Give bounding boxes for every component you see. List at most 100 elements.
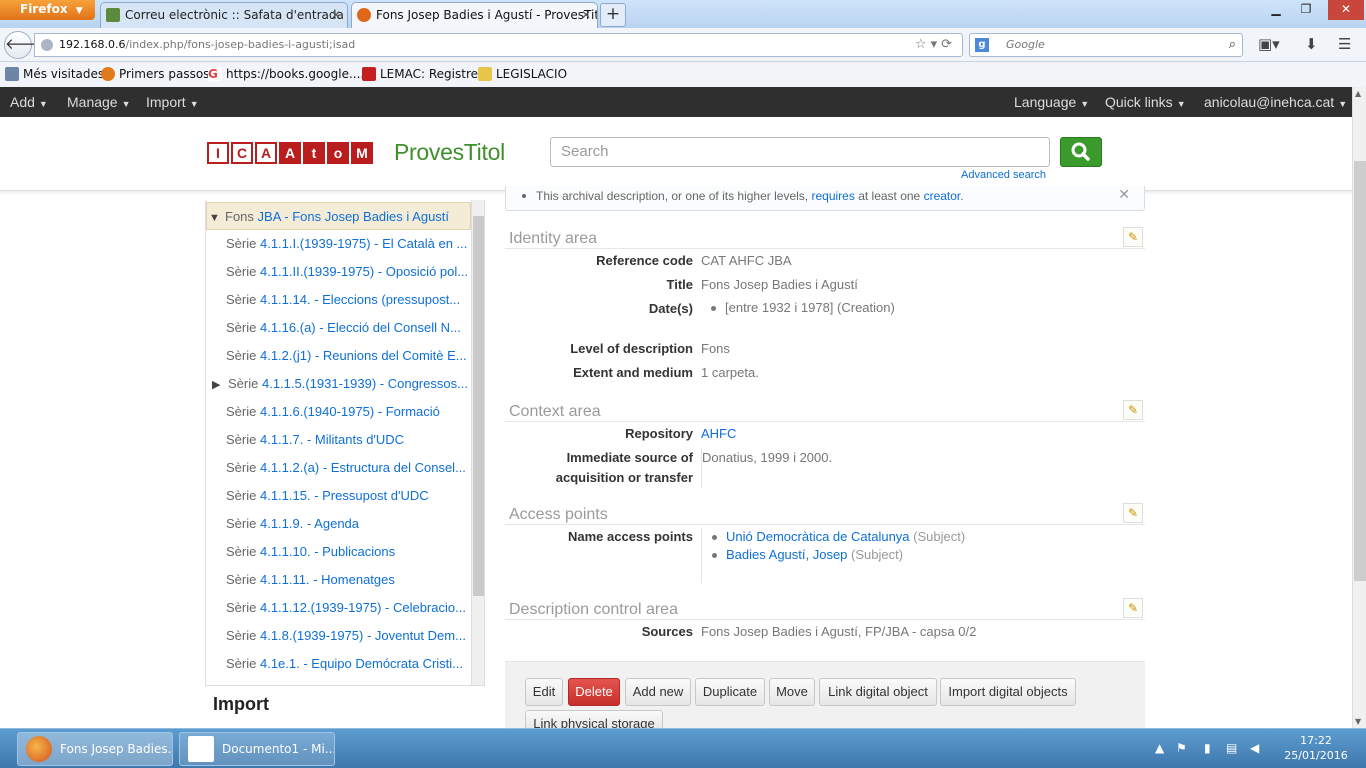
tree-item-link[interactable]: 4.1.1.2.(a) - Estructura del Consel... — [260, 460, 466, 475]
tree-item-root[interactable]: ▼ Fons JBA - Fons Josep Badies i Agustí — [206, 202, 471, 230]
page-scrollbar-thumb[interactable] — [1354, 161, 1366, 581]
edit-button[interactable]: Edit — [525, 678, 563, 706]
access-point-link[interactable]: Badies Agustí, Josep — [726, 547, 847, 562]
menu-add[interactable]: Add ▼ — [10, 94, 48, 110]
search-input[interactable]: Search — [550, 137, 1050, 167]
tab-mail[interactable]: Correu electrònic :: Safata d'entrada (.… — [100, 2, 348, 28]
network-icon[interactable]: ▤ — [1226, 741, 1237, 755]
menu-import[interactable]: Import ▼ — [146, 94, 199, 110]
tree-item-link[interactable]: JBA - Fons Josep Badies i Agustí — [258, 209, 450, 224]
tree-item[interactable]: Sèrie 4.1e.1. - Equipo Demócrata Cristi.… — [206, 650, 471, 678]
delete-button[interactable]: Delete — [568, 678, 620, 706]
menu-manage[interactable]: Manage ▼ — [67, 94, 131, 110]
tray-expand-icon[interactable]: ▲ — [1155, 741, 1164, 755]
page-scrollbar[interactable]: ▲ ▼ — [1352, 87, 1366, 728]
tree-item-link[interactable]: 4.1.1.I.(1939-1975) - El Català en ... — [260, 236, 467, 251]
site-name[interactable]: ProvesTitol — [394, 139, 505, 166]
bookmark-legislacio[interactable]: LEGISLACIO — [478, 67, 567, 81]
task-word[interactable]: Documento1 - Mi... — [179, 732, 335, 766]
tab-atom[interactable]: Fons Josep Badies i Agustí - ProvesTitol… — [351, 2, 598, 28]
close-icon[interactable]: ✕ — [581, 3, 591, 27]
add-new-button[interactable]: Add new — [625, 678, 691, 706]
browser-search-input[interactable]: g Google ⌕ — [969, 33, 1243, 57]
advanced-search-link[interactable]: Advanced search — [961, 169, 1046, 181]
tree-item-link[interactable]: 4.1.1.9. - Agenda — [260, 516, 359, 531]
tree-item[interactable]: Sèrie 4.1.1.I.(1939-1975) - El Català en… — [206, 230, 471, 258]
import-digital-objects-button[interactable]: Import digital objects — [940, 678, 1076, 706]
collapsed-arrow-icon[interactable]: ▶ — [212, 371, 228, 398]
menu-user[interactable]: anicolau@inehca.cat ▼ — [1204, 94, 1347, 110]
tree-item[interactable]: Sèrie 4.1.1.11. - Homenatges — [206, 566, 471, 594]
creator-link[interactable]: creator — [924, 189, 961, 203]
move-button[interactable]: Move — [769, 678, 815, 706]
tree-item-link[interactable]: 4.1.1.5.(1931-1939) - Congressos... — [262, 376, 468, 391]
tree-item[interactable]: Sèrie 4.1.8.(1939-1975) - Joventut Dem..… — [206, 622, 471, 650]
tree-item[interactable]: Sèrie 4.1.1.2.(a) - Estructura del Conse… — [206, 454, 471, 482]
tree-scrollbar[interactable] — [471, 200, 484, 685]
tree-item-link[interactable]: 4.1.2.(j1) - Reunions del Comitè E... — [260, 348, 467, 363]
edit-pencil-icon[interactable]: ✎ — [1123, 400, 1143, 420]
tree-item[interactable]: Sèrie 4.1.1.6.(1940-1975) - Formació — [206, 398, 471, 426]
expanded-arrow-icon[interactable]: ▼ — [209, 204, 225, 229]
task-firefox[interactable]: Fons Josep Badies... — [17, 732, 173, 766]
tree-item-link[interactable]: 4.1.1.6.(1940-1975) - Formació — [260, 404, 440, 419]
close-icon[interactable]: ✕ — [1118, 184, 1130, 204]
tree-item-link[interactable]: 4.1.8.(1939-1975) - Joventut Dem... — [260, 628, 466, 643]
battery-icon[interactable]: ▮ — [1204, 741, 1211, 755]
bookmarks-menu-icon[interactable]: ▣▾ — [1258, 35, 1280, 53]
tree-item[interactable]: Sèrie 4.1.1.7. - Militants d'UDC — [206, 426, 471, 454]
tree-item-link[interactable]: 4.1.1.II.(1939-1975) - Oposició pol... — [260, 264, 468, 279]
edit-pencil-icon[interactable]: ✎ — [1123, 503, 1143, 523]
section-heading[interactable]: Description control area ✎ — [505, 598, 1145, 620]
scroll-up-icon[interactable]: ▲ — [1355, 89, 1361, 98]
tree-item[interactable]: ▶ Sèrie 4.1.1.5.(1931-1939) - Congressos.… — [206, 370, 471, 398]
minimize-icon[interactable]: ▁ — [1262, 0, 1290, 20]
restore-icon[interactable]: ❐ — [1292, 0, 1320, 20]
tree-item[interactable]: Sèrie 4.1.1.9. - Agenda — [206, 510, 471, 538]
search-icon[interactable]: ⌕ — [1229, 34, 1236, 56]
tree-item-link[interactable]: 4.1.1.12.(1939-1975) - Celebracio... — [260, 600, 466, 615]
tree-item-link[interactable]: 4.1.16.(a) - Elecció del Consell N... — [260, 320, 461, 335]
download-icon[interactable]: ⬇ — [1305, 35, 1318, 53]
tree-item[interactable]: Sèrie 4.1.1.14. - Eleccions (pressupost.… — [206, 286, 471, 314]
tree-item-link[interactable]: 4.1.1.7. - Militants d'UDC — [260, 432, 404, 447]
bookmark-most-visited[interactable]: Més visitades — [5, 67, 104, 81]
menu-quick-links[interactable]: Quick links ▼ — [1105, 94, 1186, 110]
link-digital-object-button[interactable]: Link digital object — [819, 678, 937, 706]
tree-item[interactable]: Sèrie 4.1.1.II.(1939-1975) - Oposició po… — [206, 258, 471, 286]
repository-link[interactable]: AHFC — [701, 424, 736, 448]
tree-item[interactable]: Sèrie 4.1.1.12.(1939-1975) - Celebracio.… — [206, 594, 471, 622]
bookmark-books-google[interactable]: Ghttps://books.google.... — [208, 67, 364, 81]
search-button[interactable] — [1060, 137, 1102, 167]
tree-item-link[interactable]: 4.1.1.14. - Eleccions (pressupost... — [260, 292, 460, 307]
url-bar[interactable]: 192.168.0.6/index.php/fons-josep-badies-… — [34, 33, 963, 57]
close-icon[interactable]: ✕ — [331, 3, 341, 27]
requires-link[interactable]: requires — [811, 189, 854, 203]
bookmark-first-steps[interactable]: Primers passos — [101, 67, 209, 81]
tree-item-link[interactable]: 4.1.1.15. - Pressupost d'UDC — [260, 488, 429, 503]
section-heading[interactable]: Identity area ✎ — [505, 227, 1145, 249]
section-heading[interactable]: Context area ✎ — [505, 400, 1145, 422]
menu-language[interactable]: Language ▼ — [1014, 94, 1089, 110]
tree-item[interactable]: Sèrie 4.1.16.(a) - Elecció del Consell N… — [206, 314, 471, 342]
new-tab-button[interactable]: + — [600, 3, 626, 27]
bookmark-star-icon[interactable]: ☆▾⟳ — [915, 34, 956, 56]
action-center-icon[interactable]: ⚑ — [1176, 741, 1187, 755]
firefox-menu-button[interactable]: Firefox ▼ — [0, 0, 95, 20]
site-logo[interactable]: ICAAtoM — [207, 142, 375, 164]
link-physical-storage-button[interactable]: Link physical storage — [525, 710, 663, 731]
tree-item-link[interactable]: 4.1e.1. - Equipo Demócrata Cristi... — [260, 656, 463, 671]
edit-pencil-icon[interactable]: ✎ — [1123, 227, 1143, 247]
volume-icon[interactable]: ◀ — [1250, 741, 1259, 755]
tree-item-link[interactable]: 4.1.1.10. - Publicacions — [260, 544, 395, 559]
clock[interactable]: 17:22 25/01/2016 — [1276, 733, 1356, 763]
tree-scrollbar-thumb[interactable] — [473, 216, 484, 596]
access-point-link[interactable]: Unió Democràtica de Catalunya — [726, 529, 910, 544]
edit-pencil-icon[interactable]: ✎ — [1123, 598, 1143, 618]
duplicate-button[interactable]: Duplicate — [695, 678, 765, 706]
back-button[interactable]: 🡐 — [4, 31, 45, 59]
menu-icon[interactable]: ☰ — [1338, 35, 1351, 53]
tree-item[interactable]: Sèrie 4.1.2.(j1) - Reunions del Comitè E… — [206, 342, 471, 370]
tree-item[interactable]: Sèrie 4.1.1.10. - Publicacions — [206, 538, 471, 566]
section-heading[interactable]: Access points ✎ — [505, 503, 1145, 525]
